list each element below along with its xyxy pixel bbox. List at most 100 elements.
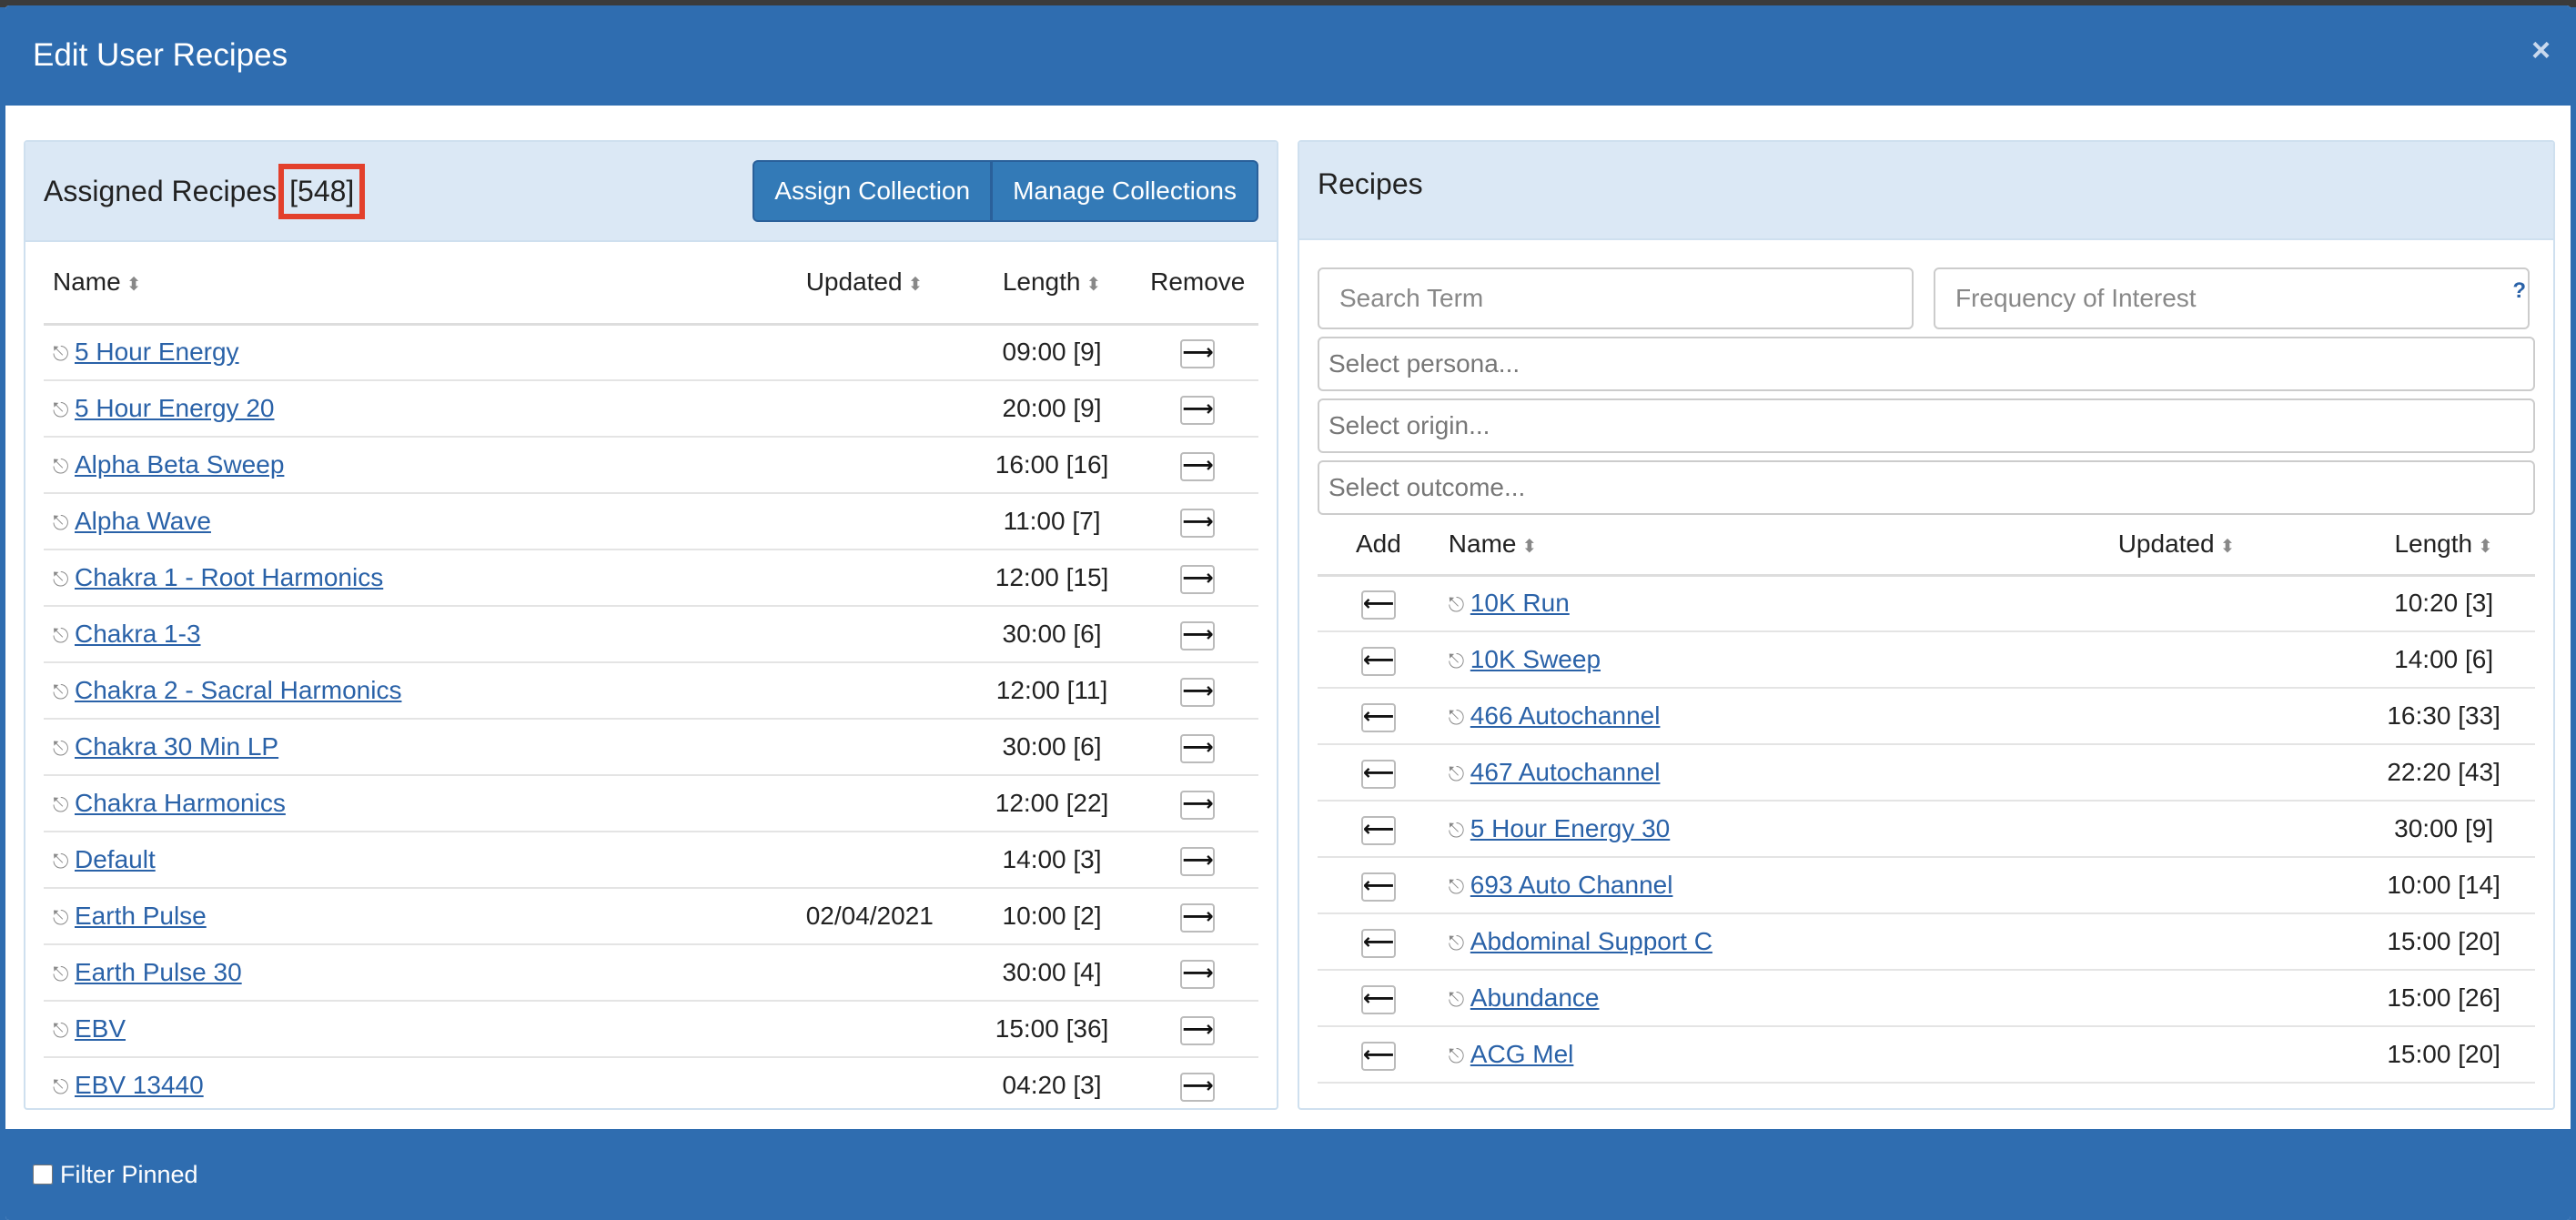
pin-icon[interactable]: ⎋ — [1449, 932, 1467, 955]
pin-icon[interactable]: ⎋ — [1449, 762, 1467, 786]
recipe-link[interactable]: ACG Mel — [1470, 1040, 1574, 1068]
pin-icon[interactable]: ⎋ — [53, 455, 71, 479]
arrow-left-icon[interactable]: ⟵ — [1360, 984, 1396, 1014]
recipe-length: 20:00 [9] — [966, 380, 1137, 438]
recipe-link[interactable]: EBV 13440 — [75, 1071, 204, 1099]
pin-icon[interactable]: ⎋ — [1449, 1044, 1467, 1068]
arrow-right-icon[interactable]: ⟶ — [1180, 1015, 1216, 1045]
pin-icon[interactable]: ⎋ — [1449, 706, 1467, 730]
pin-icon[interactable]: ⎋ — [53, 342, 71, 366]
recipe-updated — [2108, 631, 2353, 689]
recipe-link[interactable]: Alpha Wave — [75, 507, 211, 535]
recipe-length: 12:00 [11] — [966, 662, 1137, 720]
pin-icon[interactable]: ⎋ — [53, 624, 71, 648]
arrow-left-icon[interactable]: ⟵ — [1360, 815, 1396, 845]
pin-icon[interactable]: ⎋ — [1449, 819, 1467, 842]
table-row: ⟵ ⎋ 693 Auto Channel 10:00 [14] — [1318, 857, 2535, 914]
arrow-right-icon[interactable]: ⟶ — [1180, 620, 1216, 650]
recipe-link[interactable]: Chakra 2 - Sacral Harmonics — [75, 676, 401, 704]
arrow-right-icon[interactable]: ⟶ — [1180, 451, 1216, 481]
arrow-left-icon[interactable]: ⟵ — [1360, 928, 1396, 958]
arrow-right-icon[interactable]: ⟶ — [1180, 564, 1216, 594]
recipe-link[interactable]: Chakra 30 Min LP — [75, 732, 278, 761]
arrow-left-icon[interactable]: ⟵ — [1360, 646, 1396, 676]
pin-icon[interactable]: ⎋ — [53, 1019, 71, 1043]
search-input[interactable] — [1318, 267, 1914, 329]
arrow-right-icon[interactable]: ⟶ — [1180, 1072, 1216, 1102]
arrow-right-icon[interactable]: ⟶ — [1180, 508, 1216, 538]
filter-pinned-checkbox[interactable] — [33, 1165, 53, 1185]
recipe-link[interactable]: Abdominal Support C — [1470, 927, 1712, 955]
recipe-length: 10:20 [3] — [2352, 575, 2535, 632]
column-updated[interactable]: Updated ⬍ — [2108, 515, 2353, 577]
arrow-left-icon[interactable]: ⟵ — [1360, 702, 1396, 732]
help-icon[interactable]: ? — [2512, 278, 2526, 304]
arrow-left-icon[interactable]: ⟵ — [1360, 759, 1396, 789]
persona-select[interactable]: Select persona... — [1318, 337, 2535, 391]
pin-icon[interactable]: ⎋ — [53, 906, 71, 930]
pin-icon[interactable]: ⎋ — [1449, 650, 1467, 673]
pin-icon[interactable]: ⎋ — [1449, 988, 1467, 1012]
recipe-link[interactable]: EBV — [75, 1014, 126, 1043]
pin-icon[interactable]: ⎋ — [53, 963, 71, 986]
remove-cell: ⟶ — [1136, 380, 1258, 438]
manage-collections-button[interactable]: Manage Collections — [991, 160, 1258, 222]
pin-icon[interactable]: ⎋ — [53, 511, 71, 535]
pin-icon[interactable]: ⎋ — [53, 850, 71, 873]
pin-icon[interactable]: ⎋ — [53, 737, 71, 761]
recipe-link[interactable]: 10K Sweep — [1470, 645, 1601, 673]
recipe-link[interactable]: Abundance — [1470, 983, 1600, 1012]
recipe-link[interactable]: 10K Run — [1470, 589, 1570, 617]
modal-header: Edit User Recipes × — [5, 5, 2571, 106]
arrow-left-icon[interactable]: ⟵ — [1360, 1041, 1396, 1071]
pin-icon[interactable]: ⎋ — [53, 568, 71, 591]
recipe-link[interactable]: 5 Hour Energy — [75, 338, 239, 366]
column-name[interactable]: Name ⬍ — [44, 242, 797, 326]
recipe-link[interactable]: 466 Autochannel — [1470, 701, 1661, 730]
arrow-right-icon[interactable]: ⟶ — [1180, 395, 1216, 425]
arrow-left-icon[interactable]: ⟵ — [1360, 590, 1396, 620]
pin-icon[interactable]: ⎋ — [1449, 875, 1467, 899]
pin-icon[interactable]: ⎋ — [53, 1075, 71, 1099]
recipe-link[interactable]: 5 Hour Energy 30 — [1470, 814, 1670, 842]
close-icon[interactable]: × — [2531, 31, 2551, 69]
recipe-link[interactable]: 5 Hour Energy 20 — [75, 394, 274, 422]
sort-icon: ⬍ — [126, 275, 142, 296]
recipe-length: 22:20 [43] — [2352, 744, 2535, 802]
remove-cell: ⟶ — [1136, 832, 1258, 889]
arrow-right-icon[interactable]: ⟶ — [1180, 733, 1216, 763]
recipe-link[interactable]: Chakra 1-3 — [75, 620, 201, 648]
pin-icon[interactable]: ⎋ — [53, 398, 71, 422]
outcome-select[interactable]: Select outcome... — [1318, 460, 2535, 515]
pin-icon[interactable]: ⎋ — [53, 681, 71, 704]
arrow-right-icon[interactable]: ⟶ — [1180, 846, 1216, 876]
remove-cell: ⟶ — [1136, 324, 1258, 381]
arrow-right-icon[interactable]: ⟶ — [1180, 677, 1216, 707]
recipe-link[interactable]: Earth Pulse 30 — [75, 958, 242, 986]
arrow-right-icon[interactable]: ⟶ — [1180, 338, 1216, 368]
frequency-input[interactable] — [1934, 267, 2530, 329]
arrow-right-icon[interactable]: ⟶ — [1180, 959, 1216, 989]
arrow-left-icon[interactable]: ⟵ — [1360, 872, 1396, 902]
arrow-right-icon[interactable]: ⟶ — [1180, 902, 1216, 933]
recipe-updated — [796, 493, 967, 550]
column-length[interactable]: Length ⬍ — [966, 242, 1137, 326]
add-cell: ⟵ — [1318, 1026, 1440, 1084]
table-row: ⎋ 5 Hour Energy 09:00 [9] ⟶ — [44, 324, 1258, 381]
assign-collection-button[interactable]: Assign Collection — [753, 160, 992, 222]
pin-icon[interactable]: ⎋ — [1449, 593, 1467, 617]
origin-select[interactable]: Select origin... — [1318, 398, 2535, 453]
recipe-link[interactable]: Chakra Harmonics — [75, 789, 286, 817]
recipe-length: 14:00 [3] — [966, 832, 1137, 889]
recipe-link[interactable]: Alpha Beta Sweep — [75, 450, 284, 479]
recipe-link[interactable]: Earth Pulse — [75, 902, 207, 930]
recipe-link[interactable]: 693 Auto Channel — [1470, 871, 1673, 899]
recipe-link[interactable]: Chakra 1 - Root Harmonics — [75, 563, 383, 591]
column-length[interactable]: Length ⬍ — [2352, 515, 2535, 577]
pin-icon[interactable]: ⎋ — [53, 793, 71, 817]
column-updated[interactable]: Updated ⬍ — [796, 242, 967, 326]
recipe-link[interactable]: Default — [75, 845, 156, 873]
recipe-link[interactable]: 467 Autochannel — [1470, 758, 1661, 786]
arrow-right-icon[interactable]: ⟶ — [1180, 790, 1216, 820]
column-name[interactable]: Name ⬍ — [1439, 515, 2109, 577]
